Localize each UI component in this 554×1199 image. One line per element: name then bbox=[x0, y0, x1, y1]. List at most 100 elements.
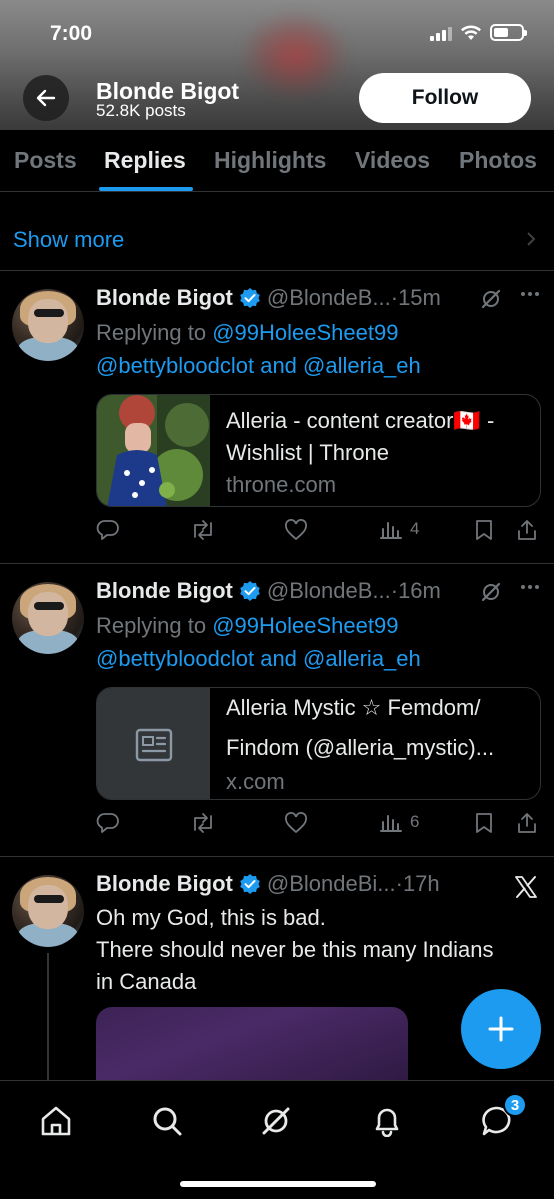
separator-dot: · bbox=[395, 871, 403, 896]
mention-link[interactable]: @bettybloodclot bbox=[96, 353, 254, 378]
repost-button[interactable] bbox=[190, 812, 216, 834]
author-name[interactable]: Blonde Bigot bbox=[96, 285, 233, 311]
share-button[interactable] bbox=[516, 519, 538, 541]
tab-replies[interactable]: Replies bbox=[104, 147, 186, 174]
verified-badge-icon bbox=[240, 581, 260, 601]
card-thumbnail-placeholder bbox=[97, 688, 210, 799]
tweet-header: Blonde Bigot @BlondeBi... · 17h bbox=[96, 871, 440, 897]
author-handle: @BlondeB... bbox=[266, 578, 391, 603]
link-card[interactable]: Alleria - content creator🇨🇦 - Wishlist |… bbox=[96, 394, 541, 507]
reply-and: and bbox=[254, 646, 304, 671]
repost-button[interactable] bbox=[190, 519, 216, 541]
like-button[interactable] bbox=[284, 519, 308, 541]
avatar[interactable] bbox=[12, 582, 84, 654]
home-indicator[interactable] bbox=[180, 1181, 376, 1187]
home-icon bbox=[41, 1106, 71, 1136]
notifications-icon bbox=[375, 1108, 399, 1137]
replying-to: Replying to @99HoleeSheet99 @bettybloodc… bbox=[96, 316, 421, 382]
reply-button[interactable] bbox=[96, 519, 120, 541]
link-card[interactable]: Alleria Mystic ☆ Femdom/ Findom (@alleri… bbox=[96, 687, 541, 800]
tab-videos[interactable]: Videos bbox=[355, 147, 430, 174]
messages-badge: 3 bbox=[503, 1093, 527, 1117]
reply-icon bbox=[96, 813, 119, 833]
mention-link[interactable]: @bettybloodclot bbox=[96, 646, 254, 671]
card-title-line: Wishlist | Throne bbox=[226, 440, 390, 465]
tab-photos[interactable]: Photos bbox=[459, 147, 537, 174]
heart-icon bbox=[285, 519, 307, 541]
x-logo-icon bbox=[515, 876, 537, 898]
status-icons bbox=[430, 24, 527, 41]
mention-link[interactable]: @99HoleeSheet99 bbox=[212, 613, 398, 638]
nav-search[interactable] bbox=[147, 1101, 187, 1141]
post-count: 52.8K posts bbox=[96, 101, 186, 120]
mention-link[interactable]: @99HoleeSheet99 bbox=[212, 320, 398, 345]
cellular-signal-icon bbox=[430, 25, 452, 41]
battery-icon bbox=[490, 24, 527, 41]
author-handle: @BlondeBi... bbox=[266, 871, 396, 896]
nav-notifications[interactable] bbox=[367, 1101, 407, 1141]
tab-indicator bbox=[99, 187, 193, 191]
grok-icon[interactable] bbox=[480, 288, 502, 310]
views-button[interactable]: 6 bbox=[380, 812, 419, 832]
reply-and: and bbox=[254, 353, 304, 378]
chevron-right-icon bbox=[527, 232, 536, 246]
card-domain: throne.com bbox=[226, 472, 337, 497]
views-count: 6 bbox=[410, 812, 420, 831]
show-more-row[interactable]: Show more bbox=[0, 205, 554, 271]
status-time: 7:00 bbox=[50, 22, 93, 45]
reply-button[interactable] bbox=[96, 812, 120, 834]
search-icon bbox=[153, 1107, 182, 1136]
bookmark-icon bbox=[476, 813, 492, 833]
avatar[interactable] bbox=[12, 875, 84, 947]
tweet-text-line: in Canada bbox=[96, 969, 197, 994]
thread-line bbox=[47, 953, 49, 1080]
tweet-text: Oh my God, this is bad. There should nev… bbox=[96, 902, 493, 998]
author-name[interactable]: Blonde Bigot bbox=[96, 871, 233, 897]
tweet-media-image[interactable] bbox=[96, 1007, 408, 1080]
show-more-label[interactable]: Show more bbox=[13, 227, 124, 253]
tweet-time: 16m bbox=[398, 578, 441, 603]
tweet-text-line: There should never be this many Indians bbox=[96, 937, 494, 962]
tweet-actions: 6 bbox=[96, 812, 540, 842]
tweet-header: Blonde Bigot @BlondeB... · 16m bbox=[96, 578, 441, 604]
grok-icon[interactable] bbox=[480, 581, 502, 603]
card-title-line: Alleria - content creator🇨🇦 - bbox=[226, 408, 495, 433]
more-options-icon[interactable] bbox=[520, 584, 540, 590]
repost-icon bbox=[194, 813, 212, 833]
mention-link[interactable]: @alleria_eh bbox=[303, 646, 421, 671]
avatar[interactable] bbox=[12, 289, 84, 361]
views-button[interactable]: 4 bbox=[380, 519, 419, 539]
back-button[interactable] bbox=[23, 75, 69, 121]
bookmark-button[interactable] bbox=[474, 519, 494, 541]
mention-link[interactable]: @alleria_eh bbox=[303, 353, 421, 378]
nav-grok[interactable] bbox=[256, 1101, 296, 1141]
tab-highlights[interactable]: Highlights bbox=[214, 147, 326, 174]
tab-posts[interactable]: Posts bbox=[14, 147, 77, 174]
profile-header: 7:00 Blonde Bigot 52.8K posts Follow bbox=[0, 0, 554, 130]
reply-icon bbox=[96, 520, 119, 540]
verified-badge-icon bbox=[240, 288, 260, 308]
share-icon bbox=[518, 813, 536, 833]
arrow-left-icon bbox=[36, 89, 56, 107]
grok-icon bbox=[262, 1107, 290, 1135]
heart-icon bbox=[285, 812, 307, 834]
share-icon bbox=[518, 520, 536, 540]
tweet[interactable]: Blonde Bigot @BlondeB... · 15m Replying … bbox=[0, 271, 554, 564]
card-domain: x.com bbox=[226, 769, 285, 794]
compose-post-button[interactable] bbox=[461, 989, 541, 1069]
tweet-actions: 4 bbox=[96, 519, 540, 549]
share-button[interactable] bbox=[516, 812, 538, 834]
verified-badge-icon bbox=[240, 874, 260, 894]
like-button[interactable] bbox=[284, 812, 308, 834]
author-name[interactable]: Blonde Bigot bbox=[96, 578, 233, 604]
nav-home[interactable] bbox=[36, 1101, 76, 1141]
replying-prefix: Replying to bbox=[96, 613, 213, 638]
more-options-icon[interactable] bbox=[520, 291, 540, 297]
follow-button[interactable]: Follow bbox=[359, 73, 531, 123]
separator-dot: · bbox=[390, 285, 399, 310]
wifi-icon bbox=[461, 25, 481, 40]
tweet[interactable]: Blonde Bigot @BlondeB... · 16m Replying … bbox=[0, 564, 554, 857]
repost-icon bbox=[194, 520, 212, 540]
bookmark-button[interactable] bbox=[474, 812, 494, 834]
tweet-text-line: Oh my God, this is bad. bbox=[96, 905, 326, 930]
